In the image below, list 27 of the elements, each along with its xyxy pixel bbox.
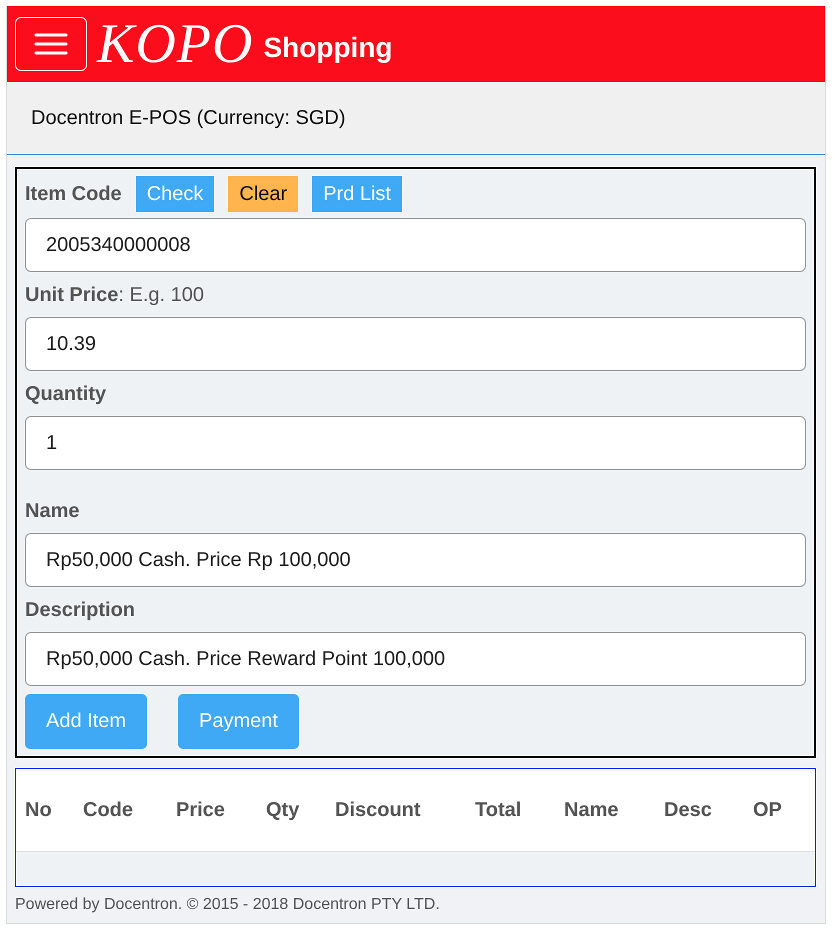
input-field[interactable]: Rp50,000 Cash. Price Rp 100,000 bbox=[25, 533, 806, 587]
input-field[interactable]: 2005340000008 bbox=[25, 218, 806, 272]
column-header: OP bbox=[753, 798, 783, 822]
field-label: Item Code bbox=[25, 182, 122, 206]
column-header: Price bbox=[176, 798, 226, 822]
column-header: Total bbox=[475, 798, 522, 822]
field-hint: : E.g. 100 bbox=[118, 284, 204, 306]
input-field[interactable]: 10.39 bbox=[25, 317, 806, 371]
field-label: Name bbox=[25, 500, 80, 522]
input-field[interactable]: Rp50,000 Cash. Price Reward Point 100,000 bbox=[25, 632, 806, 686]
column-header: No bbox=[25, 798, 53, 822]
column-header: Qty bbox=[266, 798, 300, 822]
menu-icon bbox=[34, 32, 68, 56]
page-title: Docentron E-POS (Currency: SGD) bbox=[31, 106, 346, 130]
field-label: Unit Price bbox=[25, 284, 118, 306]
column-header: Discount bbox=[335, 798, 422, 822]
footer-text: Powered by Docentron. © 2015 - 2018 Docentron PTY LTD. bbox=[15, 896, 440, 913]
column-header: Code bbox=[83, 798, 134, 822]
menu-button[interactable] bbox=[15, 17, 87, 72]
column-header: Desc bbox=[664, 798, 713, 822]
action-button[interactable]: Clear bbox=[228, 176, 298, 212]
input-field[interactable]: 1 bbox=[25, 416, 806, 470]
column-header: Name bbox=[564, 798, 620, 822]
brand-logo: KOPO bbox=[97, 16, 254, 72]
field-label: Quantity bbox=[25, 383, 106, 405]
brand-subtitle: Shopping bbox=[263, 32, 393, 64]
field-label: Description bbox=[25, 599, 136, 621]
